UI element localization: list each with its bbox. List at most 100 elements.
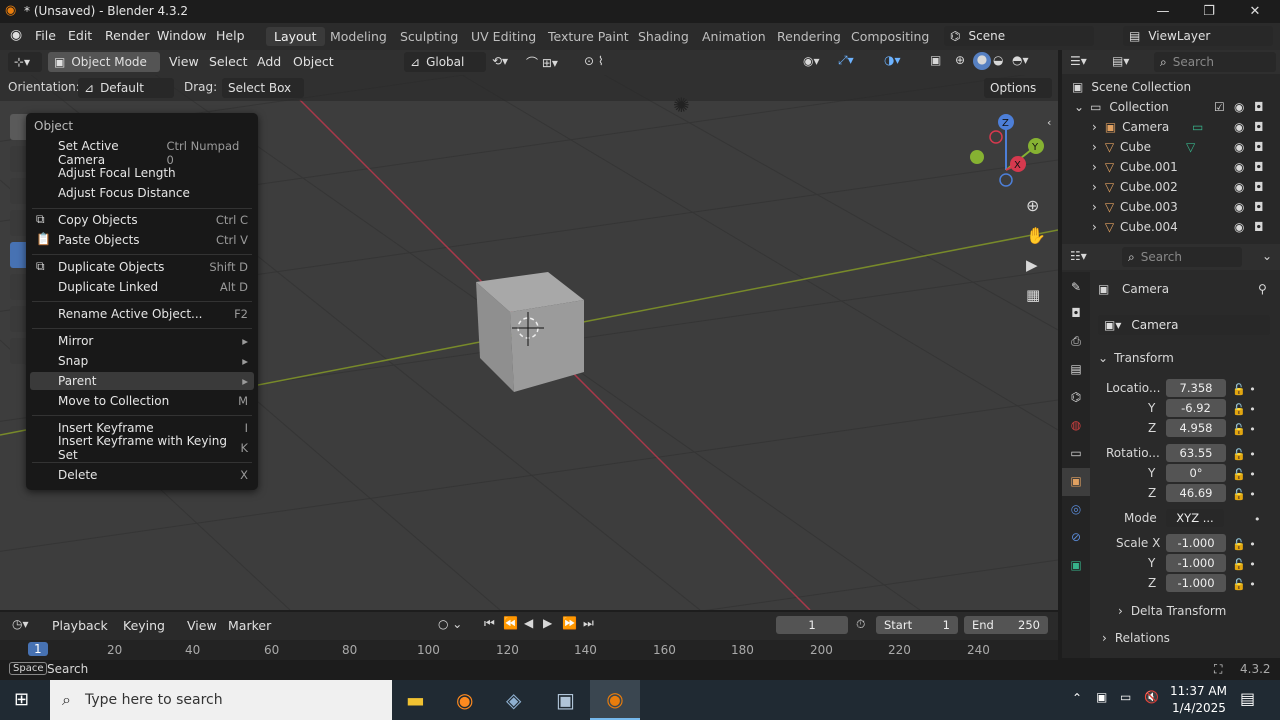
end-frame-field[interactable]: End 250 bbox=[964, 616, 1048, 634]
tool-tab-icon[interactable]: ✎ bbox=[1062, 272, 1090, 300]
visibility-icon[interactable]: ◉▾ bbox=[803, 54, 820, 68]
chevron-down-icon[interactable]: ⌄ bbox=[1262, 249, 1272, 263]
tab-modeling[interactable]: Modeling bbox=[330, 29, 387, 44]
menu-item-mirror[interactable]: Mirror ▸ bbox=[58, 332, 248, 350]
menu-file[interactable]: File bbox=[35, 28, 56, 43]
sidebar-toggle-icon[interactable]: ‹ bbox=[1047, 116, 1051, 129]
app-window-icon[interactable]: ▣ bbox=[556, 688, 575, 712]
scene-selector[interactable]: ⌬ Scene bbox=[944, 26, 1094, 46]
menu-add[interactable]: Add bbox=[257, 54, 281, 69]
transform-panel-header[interactable]: ⌄ Transform bbox=[1098, 348, 1276, 368]
outliner-item-cube-004[interactable]: › ▽ Cube.004 ◉ ◘ bbox=[1062, 217, 1280, 237]
blender-taskbar-icon[interactable]: ◉ bbox=[590, 680, 640, 720]
tab-uv-editing[interactable]: UV Editing bbox=[471, 29, 536, 44]
menu-item-adjust-focus-distance[interactable]: Adjust Focus Distance bbox=[58, 184, 248, 202]
rotation-y-field[interactable]: 0° bbox=[1166, 464, 1226, 482]
editor-type-button[interactable]: ⊹▾ bbox=[8, 52, 42, 72]
properties-editor-icon[interactable]: ☷▾ bbox=[1070, 249, 1087, 263]
outliner-item-cube[interactable]: › ▽ Cube ▽ ◉ ◘ bbox=[1062, 137, 1280, 157]
app-icon[interactable]: ◈ bbox=[506, 688, 521, 712]
camera-view-icon[interactable]: ▶ bbox=[1026, 256, 1038, 274]
scene-collection-row[interactable]: ▣ Scene Collection bbox=[1062, 77, 1280, 97]
data-tab-icon[interactable]: ▣ bbox=[1062, 552, 1090, 580]
eye-icon[interactable]: ◉ bbox=[1234, 200, 1244, 214]
tab-sculpting[interactable]: Sculpting bbox=[400, 29, 458, 44]
outliner-item-cube-001[interactable]: › ▽ Cube.001 ◉ ◘ bbox=[1062, 157, 1280, 177]
pin-icon[interactable]: ⚲ bbox=[1258, 282, 1267, 296]
menu-object[interactable]: Object bbox=[293, 54, 334, 69]
menu-item-duplicate-objects[interactable]: Duplicate Objects Shift D bbox=[58, 258, 248, 276]
menu-item-delete[interactable]: Delete X bbox=[58, 466, 248, 484]
rendered-shading-icon[interactable]: ◓▾ bbox=[1012, 53, 1029, 67]
tab-animation[interactable]: Animation bbox=[702, 29, 766, 44]
menu-item-paste-objects[interactable]: Paste Objects Ctrl V bbox=[58, 231, 248, 249]
solid-shading-icon[interactable]: ● bbox=[973, 52, 991, 70]
prev-keyframe-icon[interactable]: ⏪ bbox=[503, 616, 518, 630]
lock-icon[interactable]: 🔓 • bbox=[1232, 555, 1272, 575]
clock-date[interactable]: 1/4/2025 bbox=[1172, 701, 1226, 715]
volume-muted-icon[interactable]: 🔇 bbox=[1144, 690, 1159, 704]
orientation-dropdown[interactable]: ⊿ Default bbox=[78, 78, 174, 98]
navigation-gizmo[interactable]: Z Y X bbox=[960, 110, 1050, 190]
menu-playback[interactable]: Playback bbox=[52, 618, 108, 633]
constraint-tab-icon[interactable]: ⊘ bbox=[1062, 524, 1090, 552]
zoom-icon[interactable]: ⊕ bbox=[1026, 196, 1039, 215]
output-tab-icon[interactable]: ⎙ bbox=[1062, 328, 1090, 356]
collection-row[interactable]: ⌄ ▭ Collection ☑ ◉ ◘ bbox=[1062, 97, 1280, 117]
checkbox-icon[interactable]: ☑ bbox=[1214, 100, 1225, 114]
menu-help[interactable]: Help bbox=[216, 28, 245, 43]
outliner-item-camera[interactable]: › ▣ Camera ▭ ◉ ◘ bbox=[1062, 117, 1280, 137]
options-button[interactable]: Options bbox=[984, 78, 1052, 98]
blender-menu-icon[interactable]: ◉ bbox=[10, 27, 22, 43]
lock-icon[interactable]: 🔓 • bbox=[1232, 535, 1272, 555]
outliner-item-cube-003[interactable]: › ▽ Cube.003 ◉ ◘ bbox=[1062, 197, 1280, 217]
clock-time[interactable]: 11:37 AM bbox=[1170, 684, 1227, 698]
lock-icon[interactable]: 🔓 • bbox=[1232, 400, 1272, 420]
eye-icon[interactable]: ◉ bbox=[1234, 120, 1244, 134]
rotation-z-field[interactable]: 46.69 bbox=[1166, 484, 1226, 502]
view-layer-selector[interactable]: ▤ ViewLayer bbox=[1123, 26, 1273, 46]
mode-selector[interactable]: ▣ Object Mode bbox=[48, 52, 160, 72]
modifier-tab-icon[interactable]: ◎ bbox=[1062, 496, 1090, 524]
close-icon[interactable]: ✕ bbox=[1232, 0, 1278, 23]
lock-icon[interactable]: 🔓 • bbox=[1232, 420, 1272, 440]
menu-item-set-active-camera[interactable]: Set Active Camera Ctrl Numpad 0 bbox=[58, 139, 248, 167]
location-y-field[interactable]: -6.92 bbox=[1166, 399, 1226, 417]
lock-icon[interactable]: 🔓 • bbox=[1232, 575, 1272, 595]
overlay-icon[interactable]: ◑▾ bbox=[884, 53, 901, 67]
frame-ruler[interactable]: 1 20 40 60 80 100 120 140 160 180 200 22… bbox=[0, 640, 1058, 662]
scale-y-field[interactable]: -1.000 bbox=[1166, 554, 1226, 572]
menu-item-snap[interactable]: Snap ▸ bbox=[58, 352, 248, 370]
menu-timeline-view[interactable]: View bbox=[187, 618, 217, 633]
camera-render-icon[interactable]: ◘ bbox=[1254, 220, 1264, 234]
transform-orientation[interactable]: ⊿ Global bbox=[404, 52, 486, 72]
camera-render-icon[interactable]: ◘ bbox=[1254, 180, 1264, 194]
menu-keying[interactable]: Keying bbox=[123, 618, 165, 633]
camera-render-icon[interactable]: ◘ bbox=[1254, 200, 1264, 214]
world-tab-icon[interactable]: ◍ bbox=[1062, 412, 1090, 440]
eye-icon[interactable]: ◉ bbox=[1234, 100, 1244, 114]
menu-item-duplicate-linked[interactable]: Duplicate Linked Alt D bbox=[58, 278, 248, 296]
rotation-x-field[interactable]: 63.55 bbox=[1166, 444, 1226, 462]
outliner-search[interactable]: ⌕ Search bbox=[1154, 52, 1276, 72]
scale-x-field[interactable]: -1.000 bbox=[1166, 534, 1226, 552]
auto-keying-icon[interactable]: ○ ⌄ bbox=[438, 617, 462, 631]
rotation-mode-dropdown[interactable]: XYZ ... bbox=[1166, 509, 1224, 527]
windows-start-icon[interactable]: ⊞ bbox=[14, 689, 29, 710]
chevron-up-icon[interactable]: ⌃ bbox=[1072, 691, 1082, 705]
xray-icon[interactable]: ▣ bbox=[930, 53, 941, 67]
file-explorer-icon[interactable]: ▬ bbox=[406, 688, 425, 712]
camera-render-icon[interactable]: ◘ bbox=[1254, 120, 1264, 134]
menu-marker[interactable]: Marker bbox=[228, 618, 271, 633]
next-keyframe-icon[interactable]: ⏩ bbox=[562, 616, 577, 630]
lock-icon[interactable]: 🔓 • bbox=[1232, 485, 1272, 505]
menu-item-move-to-collection[interactable]: Move to Collection M bbox=[58, 392, 248, 410]
properties-search[interactable]: ⌕ Search bbox=[1122, 247, 1242, 267]
drag-dropdown[interactable]: Select Box bbox=[222, 78, 304, 98]
eye-icon[interactable]: ◉ bbox=[1234, 180, 1244, 194]
menu-view[interactable]: View bbox=[169, 54, 199, 69]
menu-window[interactable]: Window bbox=[157, 28, 206, 43]
tray-app-icon[interactable]: ▣ bbox=[1096, 690, 1107, 704]
play-reverse-icon[interactable]: ◀ bbox=[524, 616, 533, 630]
tab-rendering[interactable]: Rendering bbox=[777, 29, 841, 44]
